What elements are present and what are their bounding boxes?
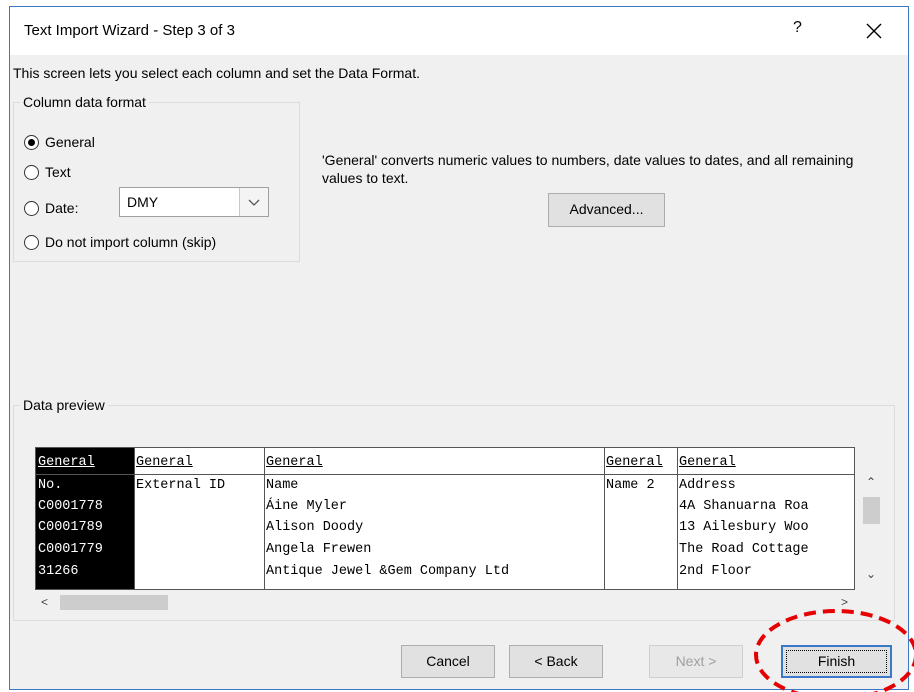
highlight-circle-annotation bbox=[754, 609, 914, 692]
